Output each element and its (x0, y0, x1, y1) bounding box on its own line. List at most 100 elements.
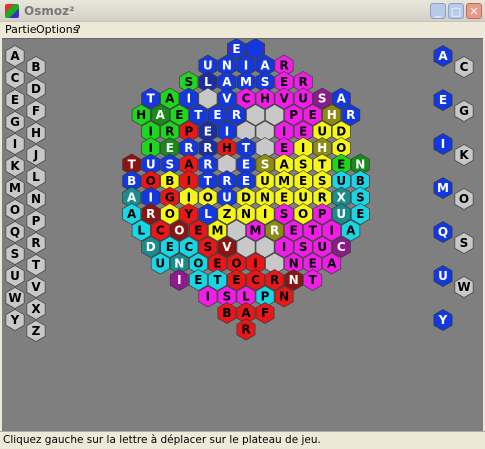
board-cell[interactable]: U (331, 203, 351, 225)
right-rack-tile-y[interactable]: Y (433, 309, 453, 331)
board-cell[interactable]: C (331, 236, 351, 258)
board-cell[interactable]: A (122, 203, 142, 225)
board-cell[interactable]: N (284, 269, 304, 291)
board-cell[interactable]: C (236, 87, 256, 110)
board-cell[interactable]: A (160, 87, 180, 110)
board-cell[interactable]: R (227, 104, 246, 126)
close-button[interactable]: ✕ (466, 3, 482, 19)
rack-tile-x[interactable]: X (26, 298, 46, 320)
board-cell[interactable]: H (255, 87, 275, 110)
board-cell[interactable]: S (274, 203, 294, 225)
board-cell[interactable]: I (322, 219, 342, 242)
rack-tile-a[interactable]: A (5, 45, 25, 67)
board-cell[interactable]: T (208, 269, 227, 291)
board-cell[interactable]: E (160, 236, 180, 258)
board-cell[interactable] (255, 236, 275, 258)
board-cell[interactable] (246, 104, 265, 126)
board-cell[interactable] (227, 219, 246, 242)
rack-tile-m[interactable]: M (5, 177, 25, 199)
rack-tile-h[interactable]: H (26, 122, 46, 144)
board-cell[interactable]: A (341, 219, 361, 242)
board-cell[interactable]: L (131, 219, 151, 242)
right-rack-tile-k[interactable]: K (454, 144, 474, 166)
board-cell[interactable]: L (198, 203, 218, 225)
board-cell[interactable]: F (255, 302, 275, 324)
right-rack-tile-o[interactable]: O (454, 188, 474, 210)
board-cell[interactable]: U (312, 236, 332, 258)
board-cell[interactable]: H (322, 104, 342, 126)
board-cell[interactable]: I (179, 87, 199, 110)
rack-tile-u[interactable]: U (5, 265, 25, 287)
minimize-button[interactable]: _ (430, 3, 446, 19)
right-rack-tile-e[interactable]: E (433, 89, 453, 111)
rack-tile-f[interactable]: F (26, 100, 46, 122)
menu-help[interactable]: ? (75, 23, 81, 36)
board-cell[interactable]: E (284, 219, 304, 242)
board-cell[interactable]: V (217, 87, 237, 110)
board-cell[interactable]: U (293, 87, 313, 110)
board-cell[interactable]: T (189, 104, 208, 126)
rack-tile-n[interactable]: N (26, 188, 46, 210)
right-rack-tile-c[interactable]: C (454, 56, 474, 78)
board-cell[interactable]: B (217, 302, 237, 324)
board-cell[interactable]: I (274, 236, 294, 258)
board-cell[interactable]: A (322, 252, 342, 275)
board-cell[interactable]: E (350, 203, 370, 225)
board-cell[interactable]: E (208, 104, 227, 126)
board-cell[interactable]: N (274, 285, 294, 308)
board-cell[interactable]: P (312, 203, 332, 225)
rack-tile-o[interactable]: O (5, 199, 25, 221)
maximize-button[interactable]: □ (448, 3, 464, 19)
rack-tile-d[interactable]: D (26, 78, 46, 100)
board-cell[interactable]: C (179, 236, 199, 258)
board-cell[interactable]: P (284, 104, 304, 126)
rack-tile-w[interactable]: W (5, 287, 25, 309)
board-cell[interactable]: O (169, 219, 189, 242)
right-rack-tile-m[interactable]: M (433, 177, 453, 199)
board-cell[interactable]: R (265, 219, 285, 242)
board-cell[interactable]: N (236, 203, 256, 225)
board-cell[interactable]: U (150, 252, 170, 275)
rack-tile-c[interactable]: C (5, 67, 25, 89)
board-cell[interactable] (236, 236, 256, 258)
rack-tile-q[interactable]: Q (5, 221, 25, 243)
board-cell[interactable]: A (150, 104, 170, 126)
rack-tile-k[interactable]: K (5, 155, 25, 177)
game-board[interactable]: ACEGIKMOQSUWYBDFHJLNPRTVXZAEIMQUYCGKOSWE… (2, 38, 483, 432)
rack-tile-r[interactable]: R (26, 232, 46, 254)
board-cell[interactable]: O (293, 203, 313, 225)
board-cell[interactable] (198, 87, 218, 110)
board-cell[interactable]: Z (217, 203, 237, 225)
board-cell[interactable]: O (160, 203, 180, 225)
board-cell[interactable]: I (169, 269, 189, 291)
board-cell[interactable]: R (141, 203, 161, 225)
right-rack-tile-u[interactable]: U (433, 265, 453, 287)
board-cell[interactable]: T (303, 269, 323, 291)
rack-tile-z[interactable]: Z (26, 320, 46, 342)
board-cell[interactable]: C (246, 269, 265, 291)
board-cell[interactable]: V (217, 236, 237, 258)
rack-tile-g[interactable]: G (5, 111, 25, 133)
rack-tile-e[interactable]: E (5, 89, 25, 111)
board-cell[interactable]: M (208, 219, 227, 242)
board-cell[interactable] (265, 104, 285, 126)
rack-tile-i[interactable]: I (5, 133, 25, 155)
board-cell[interactable]: S (198, 236, 218, 258)
board-cell[interactable]: R (236, 318, 256, 341)
board-cell[interactable]: R (265, 269, 285, 291)
board-cell[interactable]: E (169, 104, 189, 126)
board-cell[interactable]: S (293, 236, 313, 258)
right-rack-tile-w[interactable]: W (454, 276, 474, 298)
board-cell[interactable]: M (246, 219, 265, 242)
right-rack-tile-a[interactable]: A (433, 45, 453, 67)
right-rack-tile-i[interactable]: I (433, 133, 453, 155)
board-cell[interactable]: E (189, 219, 208, 242)
board-cell[interactable]: C (150, 219, 170, 242)
board-cell[interactable]: E (227, 269, 246, 291)
right-rack-tile-s[interactable]: S (454, 232, 474, 254)
rack-tile-t[interactable]: T (26, 254, 46, 276)
rack-tile-l[interactable]: L (26, 166, 46, 188)
menu-partie[interactable]: Partie (5, 23, 37, 36)
rack-tile-y[interactable]: Y (5, 309, 25, 331)
rack-tile-j[interactable]: J (26, 144, 46, 166)
